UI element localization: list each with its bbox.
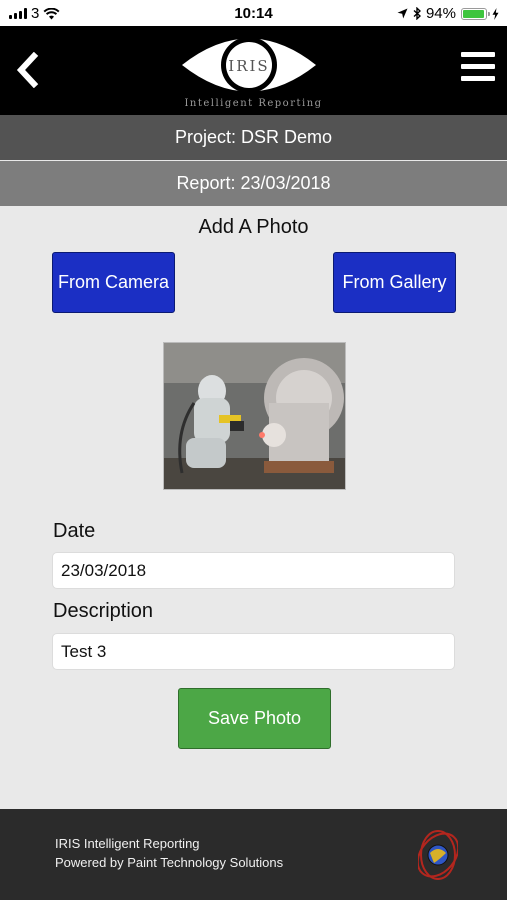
- report-title: Report: 23/03/2018: [176, 173, 331, 193]
- logo-text: IRIS: [228, 57, 269, 75]
- app-header: IRIS Intelligent Reporting: [0, 26, 507, 115]
- section-title: Add A Photo: [198, 216, 309, 238]
- status-right: 94%: [397, 5, 499, 22]
- hamburger-menu-icon: [461, 52, 495, 81]
- photo-preview: [163, 342, 346, 490]
- battery-icon: [461, 7, 490, 20]
- paint-technology-logo-icon: [418, 830, 458, 880]
- description-label: Description: [53, 600, 154, 622]
- footer-subtitle: Powered by Paint Technology Solutions: [55, 855, 284, 870]
- back-button[interactable]: [10, 48, 44, 92]
- save-photo-button[interactable]: Save Photo: [178, 688, 331, 749]
- project-bar: Project: DSR Demo: [0, 115, 507, 160]
- location-icon: [397, 8, 408, 19]
- status-bar: 3 10:14 94%: [0, 0, 507, 26]
- logo-tagline: Intelligent Reporting: [184, 98, 323, 109]
- date-label: Date: [53, 520, 96, 542]
- report-bar: Report: 23/03/2018: [0, 161, 507, 206]
- description-field[interactable]: [52, 633, 455, 670]
- date-field[interactable]: [52, 552, 455, 589]
- battery-percent: 94%: [425, 5, 456, 22]
- footer-title: IRIS Intelligent Reporting: [55, 836, 200, 851]
- eye-logo-icon: IRIS: [182, 37, 316, 93]
- project-title: Project: DSR Demo: [174, 127, 333, 147]
- menu-button[interactable]: [461, 52, 495, 88]
- charging-icon: [492, 7, 499, 20]
- bluetooth-icon: [413, 7, 421, 20]
- battery-level-fill: [463, 9, 484, 18]
- from-camera-button[interactable]: From Camera: [52, 252, 175, 313]
- footer: IRIS Intelligent Reporting Powered by Pa…: [0, 809, 507, 900]
- back-chevron-icon: [16, 52, 39, 88]
- from-gallery-button[interactable]: From Gallery: [333, 252, 456, 313]
